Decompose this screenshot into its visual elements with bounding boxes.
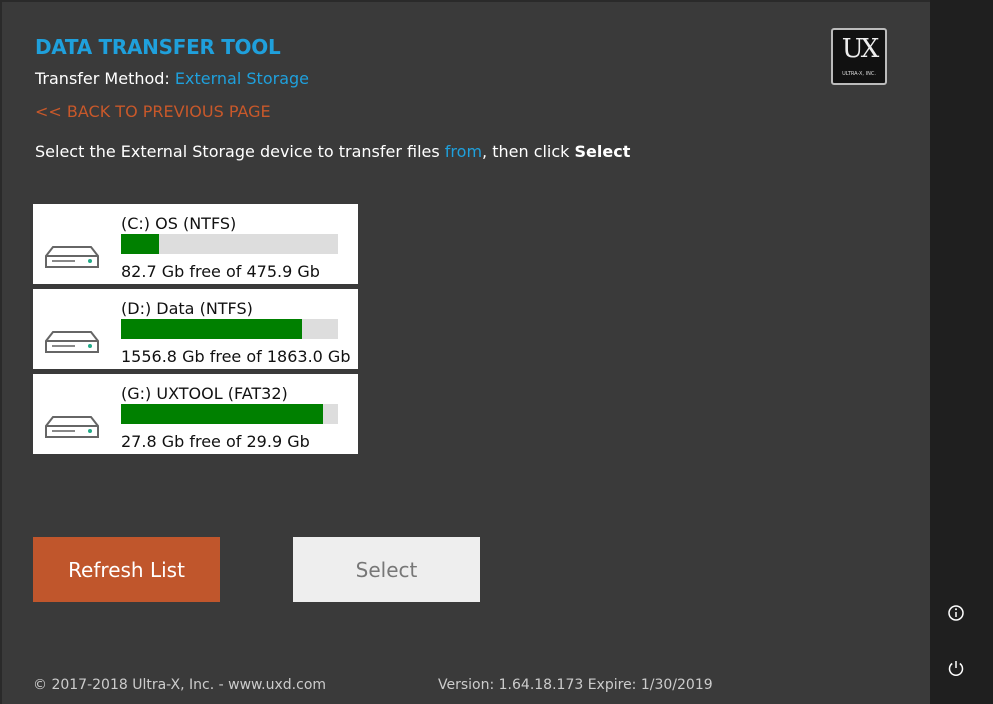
sidebar xyxy=(930,0,993,704)
page-title: DATA TRANSFER TOOL xyxy=(35,35,281,59)
transfer-method: Transfer Method: External Storage xyxy=(35,69,309,88)
drive-item-c[interactable]: (C:) OS (NTFS) 82.7 Gb free of 475.9 Gb xyxy=(33,204,358,284)
info-icon[interactable] xyxy=(946,603,966,623)
drive-usage-bar xyxy=(121,319,338,339)
drive-usage-fill xyxy=(121,234,159,254)
power-icon[interactable] xyxy=(946,658,966,678)
transfer-method-value: External Storage xyxy=(174,69,309,88)
refresh-list-button[interactable]: Refresh List xyxy=(33,537,220,602)
instruction-highlight: from xyxy=(444,142,483,161)
instruction-middle: , then click xyxy=(482,142,575,161)
drive-free-space: 82.7 Gb free of 475.9 Gb xyxy=(121,262,320,281)
drive-name: (G:) UXTOOL (FAT32) xyxy=(121,384,288,403)
drive-usage-fill xyxy=(121,319,303,339)
hard-drive-icon xyxy=(45,416,99,438)
instruction-text: Select the External Storage device to tr… xyxy=(35,142,630,161)
transfer-method-label: Transfer Method: xyxy=(35,69,170,88)
drive-name: (D:) Data (NTFS) xyxy=(121,299,253,318)
drive-name: (C:) OS (NTFS) xyxy=(121,214,237,233)
logo-text: UX xyxy=(841,34,879,64)
back-link[interactable]: << BACK TO PREVIOUS PAGE xyxy=(35,102,271,121)
drive-item-d[interactable]: (D:) Data (NTFS) 1556.8 Gb free of 1863.… xyxy=(33,289,358,369)
hard-drive-icon xyxy=(45,331,99,353)
drive-usage-fill xyxy=(121,404,323,424)
instruction-prefix: Select the External Storage device to tr… xyxy=(35,142,445,161)
drive-usage-bar xyxy=(121,404,338,424)
drive-item-g[interactable]: (G:) UXTOOL (FAT32) 27.8 Gb free of 29.9… xyxy=(33,374,358,454)
drive-usage-bar xyxy=(121,234,338,254)
hard-drive-icon xyxy=(45,246,99,268)
ultra-x-logo: UX ULTRA-X, INC. xyxy=(831,28,887,85)
drive-free-space: 27.8 Gb free of 29.9 Gb xyxy=(121,432,310,451)
instruction-bold: Select xyxy=(574,142,631,161)
version-text: Version: 1.64.18.173 Expire: 1/30/2019 xyxy=(438,677,713,693)
logo-subtext: ULTRA-X, INC. xyxy=(842,71,876,77)
select-button[interactable]: Select xyxy=(293,537,480,602)
copyright-text: © 2017-2018 Ultra-X, Inc. - www.uxd.com xyxy=(33,677,327,693)
drive-free-space: 1556.8 Gb free of 1863.0 Gb xyxy=(121,347,351,366)
